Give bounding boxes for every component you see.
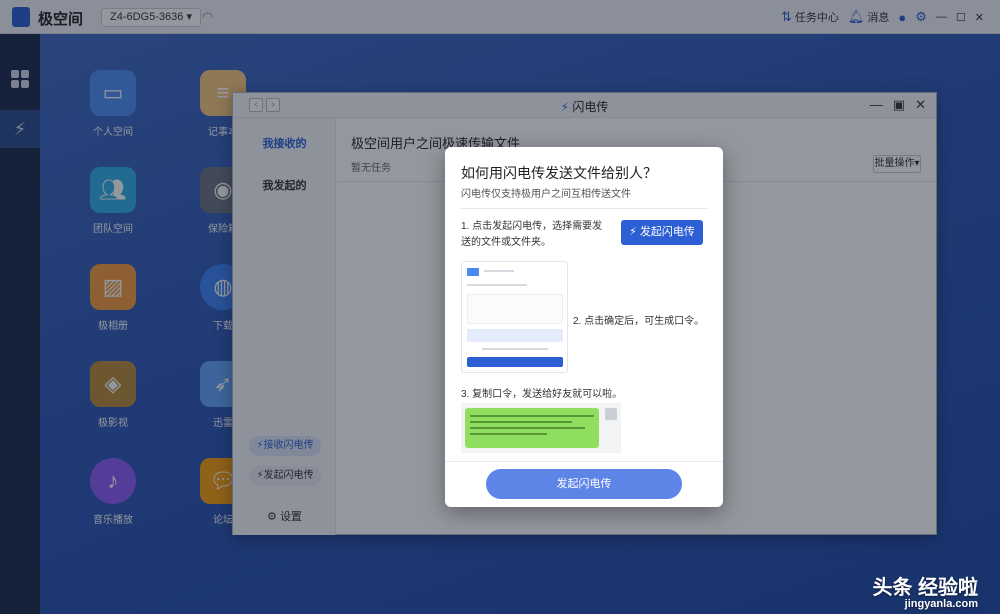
chat-bubble: [465, 408, 599, 448]
watermark-url: jingyanla.com: [904, 598, 978, 610]
illustration-box: [467, 294, 563, 324]
watermark: 头条 经验啦: [872, 577, 978, 599]
avatar: [605, 408, 617, 420]
step-3-text: 3. 复制口令，发送给好友就可以啦。: [461, 389, 623, 400]
start-flash-label: 发起闪电传: [639, 226, 695, 238]
how-to-dialog: 如何用闪电传发送文件给别人？ 闪电传仅支持极用户之间互相传送文件 1. 点击发起…: [445, 147, 723, 507]
start-flash-transfer-button[interactable]: ⚡︎ 发起闪电传: [621, 220, 703, 245]
illustration-line: [482, 348, 548, 350]
divider: [445, 461, 723, 462]
step-3-illustration: [461, 403, 621, 453]
illustration-line: [467, 284, 527, 286]
lightning-icon: ⚡︎: [629, 226, 637, 238]
illustration-button: [467, 357, 563, 367]
dialog-subtitle: 闪电传仅支持极用户之间互相传送文件: [461, 189, 631, 200]
folder-icon: [467, 268, 479, 276]
illustration-line: [484, 270, 514, 272]
confirm-flash-transfer-button[interactable]: 发起闪电传: [486, 469, 682, 499]
step-1-text: 1. 点击发起闪电传，选择需要发送的文件或文件夹。: [461, 221, 603, 248]
step-2-text: 2. 点击确定后，可生成口令。: [573, 316, 705, 327]
step-2-illustration: [461, 261, 568, 373]
illustration-code: [467, 329, 563, 342]
dialog-title: 如何用闪电传发送文件给别人？: [461, 165, 657, 181]
divider: [461, 208, 707, 209]
